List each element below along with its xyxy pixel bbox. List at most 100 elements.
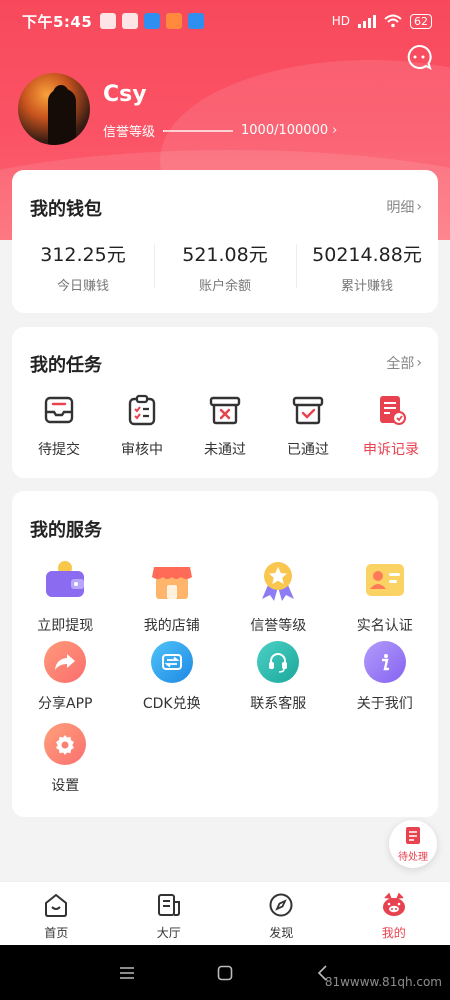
task-pending-submit[interactable]: 待提交 [18, 393, 100, 459]
service-credit-level[interactable]: 信誉等级 [225, 559, 332, 641]
service-contact-support[interactable]: 联系客服 [225, 641, 332, 723]
tasks-card: 我的任务 全部 › 待提交 审核中 未通过 已通过 申诉记录 [12, 327, 438, 478]
credit-value: 1000/100000 [241, 123, 329, 138]
alarm-icon [100, 13, 117, 29]
status-right: HD 62 [331, 13, 432, 29]
wallet-stat-value: 50214.88元 [312, 244, 422, 266]
credit-progress-bar [163, 129, 234, 132]
wallet-card: 我的钱包 明细 › 312.25元 今日赚钱 521.08元 账户余额 5021… [12, 170, 438, 313]
task-row: 待提交 审核中 未通过 已通过 申诉记录 [12, 393, 438, 459]
clipboard-checklist-icon [128, 394, 156, 426]
task-label: 审核中 [121, 442, 163, 458]
wallet-stat-label: 账户余额 [198, 279, 251, 294]
app-notification-icon [122, 13, 139, 29]
alipay-icon [144, 13, 161, 29]
tasks-all-link[interactable]: 全部 › [386, 353, 422, 373]
chevron-right-icon: › [332, 123, 338, 138]
menu-icon[interactable] [118, 964, 136, 982]
tab-label: 我的 [381, 926, 406, 940]
service-about-us[interactable]: 关于我们 [332, 641, 439, 723]
services-row: 立即提现 我的店铺 信誉等级 实名认证 [12, 559, 438, 641]
service-label: 联系客服 [250, 696, 307, 712]
wallet-stat-today[interactable]: 312.25元 今日赚钱 [12, 240, 154, 294]
wallet-stat-value: 312.25元 [40, 244, 126, 266]
tab-discover[interactable]: 发现 [225, 882, 338, 945]
status-bar: 下午5:45 HD 62 [0, 0, 450, 42]
wallet-stat-balance[interactable]: 521.08元 账户余额 [154, 240, 296, 294]
watermark: 81wwww.81qh.com [324, 975, 442, 989]
service-label: 关于我们 [356, 696, 413, 712]
service-label: 立即提现 [37, 618, 94, 634]
signal-icon [358, 14, 376, 28]
chevron-right-icon: › [416, 199, 422, 215]
id-card-icon [365, 564, 404, 596]
system-nav-bar [0, 945, 450, 1000]
services-title: 我的服务 [30, 520, 102, 541]
wifi-icon [384, 14, 402, 28]
wallet-stat-total[interactable]: 50214.88元 累计赚钱 [296, 240, 438, 294]
tab-label: 发现 [269, 926, 294, 940]
service-label: 我的店铺 [143, 618, 200, 634]
task-label: 未通过 [204, 442, 246, 458]
document-appeal-icon [380, 396, 406, 425]
wallet-title: 我的钱包 [30, 199, 102, 220]
task-label: 待提交 [38, 442, 80, 458]
service-real-name[interactable]: 实名认证 [332, 559, 439, 641]
box-x-icon [209, 396, 241, 425]
task-rejected[interactable]: 未通过 [184, 393, 266, 459]
box-check-icon [292, 396, 324, 425]
share-arrow-icon [44, 641, 87, 683]
task-under-review[interactable]: 审核中 [101, 393, 183, 459]
task-appeal-records[interactable]: 申诉记录 [350, 393, 432, 459]
avatar[interactable] [18, 73, 90, 145]
credit-level-row[interactable]: 信誉等级 1000/100000 › [103, 121, 337, 140]
wallet-stats: 312.25元 今日赚钱 521.08元 账户余额 50214.88元 累计赚钱 [12, 240, 438, 294]
upload-icon [188, 13, 205, 29]
tab-home[interactable]: 首页 [0, 882, 113, 945]
medal-star-icon [262, 562, 295, 601]
info-icon [363, 641, 406, 683]
tasks-title: 我的任务 [30, 355, 102, 376]
app-notification-icon [166, 13, 183, 29]
tab-mine[interactable]: 我的 [338, 882, 450, 945]
notification-icons [100, 13, 205, 29]
services-grid: 立即提现 我的店铺 信誉等级 实名认证 分享APP CDK兑换 联系客服 关于我… [12, 559, 438, 805]
credit-progress-fill [163, 129, 164, 132]
tab-label: 大厅 [156, 926, 181, 940]
task-label: 申诉记录 [363, 442, 419, 458]
credit-label: 信誉等级 [103, 125, 156, 140]
compass-icon [269, 893, 293, 917]
home-square-icon[interactable] [216, 964, 234, 982]
service-label: 实名认证 [356, 618, 413, 634]
shop-icon [151, 567, 192, 599]
tab-hall[interactable]: 大厅 [113, 882, 226, 945]
battery-icon: 62 [410, 13, 432, 29]
service-share-app[interactable]: 分享APP [12, 641, 119, 723]
message-icon[interactable] [406, 44, 432, 70]
task-approved[interactable]: 已通过 [267, 393, 349, 459]
task-label: 已通过 [287, 442, 329, 458]
service-withdraw[interactable]: 立即提现 [12, 559, 119, 641]
bottom-tab-bar: 首页 大厅 发现 我的 [0, 881, 450, 945]
service-cdk-exchange[interactable]: CDK兑换 [119, 641, 226, 723]
user-name: Csy [103, 82, 147, 107]
inbox-icon [44, 396, 74, 424]
clipboard-icon [406, 827, 420, 844]
tasks-all-label: 全部 [386, 356, 415, 372]
network-type: HD [331, 14, 350, 28]
pending-float-label: 待处理 [398, 852, 428, 863]
wallet-stat-label: 累计赚钱 [340, 279, 393, 294]
wallet-details-link[interactable]: 明细 › [386, 197, 422, 217]
headset-icon [257, 641, 300, 683]
service-label: CDK兑换 [142, 696, 201, 712]
wallet-stat-value: 521.08元 [182, 244, 268, 266]
service-my-shop[interactable]: 我的店铺 [119, 559, 226, 641]
wallet-icon [46, 561, 85, 597]
status-time: 下午5:45 [22, 12, 93, 31]
hall-document-icon [157, 894, 180, 916]
pending-float-button[interactable]: 待处理 [389, 820, 437, 868]
services-row: 设置 [12, 723, 438, 805]
home-face-icon [45, 893, 68, 917]
service-settings[interactable]: 设置 [12, 723, 119, 805]
services-card: 我的服务 立即提现 我的店铺 信誉等级 实名认证 分享APP CDK兑换 联系客… [12, 491, 438, 817]
